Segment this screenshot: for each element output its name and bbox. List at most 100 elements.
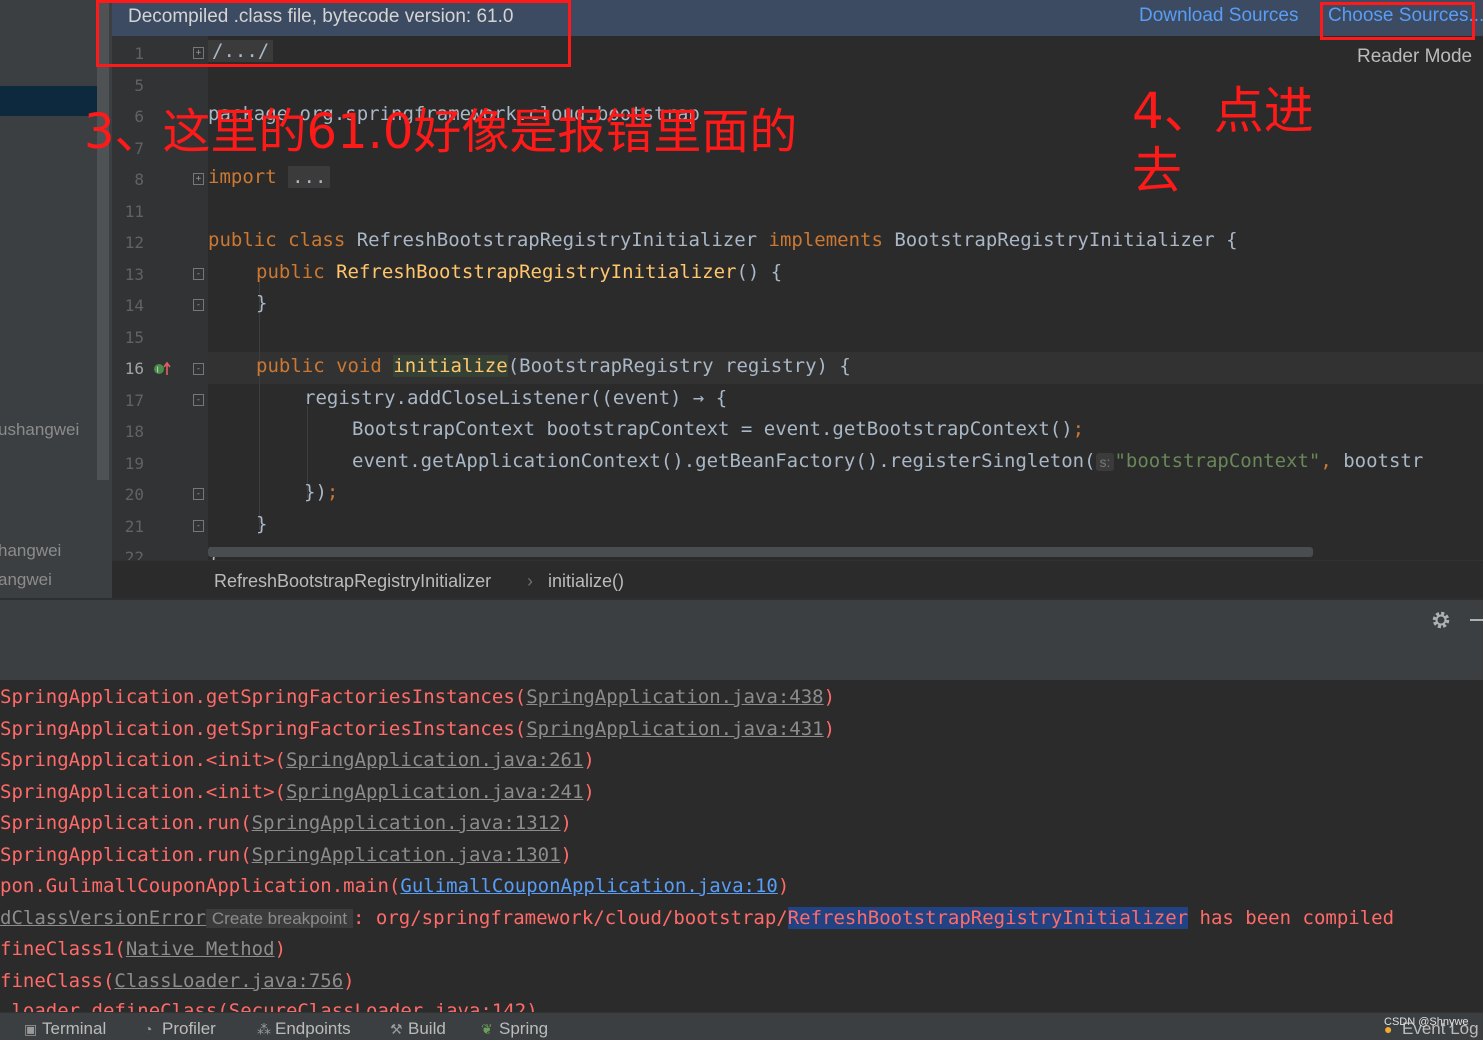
register-singleton-arg: bootstr (1331, 450, 1424, 472)
add-close-listener-line: registry.addCloseListener((event) → { (304, 387, 728, 409)
stacktrace-line: fineClass1(Native Method) (0, 938, 287, 960)
stacktrace-link[interactable]: SpringApplication.java:1312 (252, 812, 561, 834)
line-number: 18 (124, 422, 144, 441)
terminal-tab[interactable]: ▣ Terminal (24, 1019, 106, 1039)
spring-tab[interactable]: ❦ Spring (481, 1019, 548, 1039)
line-number-current: 16 (124, 359, 144, 378)
line-number: 20 (124, 485, 144, 504)
endpoints-icon: ⁂ (257, 1021, 271, 1037)
create-breakpoint-button[interactable]: Create breakpoint (205, 909, 354, 928)
stacktrace-link-user-code[interactable]: GulimallCouponApplication.java:10 (400, 875, 778, 897)
indent-guide (259, 280, 260, 530)
breadcrumb-separator-icon: › (527, 571, 533, 591)
project-scrollbar[interactable] (97, 0, 109, 480)
breadcrumb-class[interactable]: RefreshBootstrapRegistryInitializer (214, 571, 491, 592)
build-hammer-icon: ⚒ (390, 1021, 403, 1037)
class-keyword: public class (208, 229, 346, 251)
stacktrace-link[interactable]: SpringApplication.java:438 (526, 686, 823, 708)
watermark: CSDN @Shnywe (1384, 1016, 1469, 1028)
fold-expand-icon[interactable]: + (193, 173, 204, 185)
project-item-label[interactable]: angwei (0, 570, 52, 590)
stacktrace-line: fineClass(ClassLoader.java:756) (0, 970, 355, 992)
lambda-close: }) (304, 481, 327, 503)
error-message-line: dClassVersionError Create breakpoint: org… (0, 907, 1395, 929)
stacktrace-line: SpringApplication.getSpringFactoriesInst… (0, 686, 836, 708)
folded-imports[interactable]: ... (288, 166, 331, 188)
method-signature: (BootstrapRegistry registry) { (507, 355, 851, 377)
class-name: RefreshBootstrapRegistryInitializer (345, 229, 769, 251)
line-number: 8 (134, 170, 144, 189)
reader-mode-toggle[interactable]: Reader Mode (1357, 46, 1473, 68)
profiler-tab[interactable]: ◔ Profiler (144, 1019, 216, 1039)
stacktrace-link[interactable]: SpringApplication.java:261 (286, 749, 583, 771)
annotation-box-choose-sources (1320, 2, 1475, 40)
svg-text:I: I (157, 366, 159, 375)
minimize-icon[interactable] (1470, 619, 1483, 621)
stacktrace-line: pon.GulimallCouponApplication.main(Gulim… (0, 875, 790, 897)
constructor-rest: () { (736, 261, 783, 283)
profiler-icon: ◔ (144, 1021, 153, 1037)
run-tool-window-header (0, 598, 1483, 680)
method-name-initialize[interactable]: initialize (393, 355, 508, 377)
line-number: 17 (124, 391, 144, 410)
project-item-label[interactable]: ushangwei (0, 420, 79, 440)
stacktrace-link[interactable]: SpringApplication.java:431 (526, 718, 823, 740)
download-sources-link[interactable]: Download Sources (1139, 5, 1298, 27)
closing-brace: } (256, 292, 268, 314)
breadcrumb-method[interactable]: initialize() (548, 571, 624, 592)
string-literal: "bootstrapContext" (1114, 450, 1321, 472)
annotation-box-bytecode (96, 0, 571, 67)
line-number: 12 (124, 233, 144, 252)
spring-leaf-icon: ❦ (481, 1021, 493, 1037)
stacktrace-line: SpringApplication.run(SpringApplication.… (0, 844, 572, 866)
method-modifiers: public void (256, 355, 382, 377)
endpoints-tab[interactable]: ⁂ Endpoints (257, 1019, 351, 1039)
breadcrumb: RefreshBootstrapRegistryInitializer › in… (112, 560, 1483, 598)
bootstrap-context-line: BootstrapContext bootstrapContext = even… (352, 418, 1073, 440)
gear-icon[interactable] (1430, 609, 1452, 631)
constructor-name: RefreshBootstrapRegistryInitializer (336, 261, 737, 283)
stacktrace-line: SpringApplication.<init>(SpringApplicati… (0, 749, 595, 771)
line-number: 15 (124, 328, 144, 347)
build-tab[interactable]: ⚒ Build (390, 1019, 446, 1039)
project-item-label[interactable]: hangwei (0, 541, 61, 561)
fold-collapse-icon[interactable]: - (193, 363, 204, 375)
fold-collapse-icon[interactable]: - (193, 268, 204, 280)
annotation-note-4-line2: 去 (1132, 142, 1182, 200)
project-panel-bottom: angwei (0, 560, 112, 598)
stacktrace-link[interactable]: ClassLoader.java:756 (114, 970, 343, 992)
project-selected-row[interactable] (0, 86, 97, 116)
implements-keyword: implements (768, 229, 883, 251)
stacktrace-line: SpringApplication.getSpringFactoriesInst… (0, 718, 836, 740)
line-number: 19 (124, 454, 144, 473)
line-number: 11 (124, 202, 144, 221)
public-keyword: public (256, 261, 325, 283)
editor-horizontal-scrollbar[interactable] (208, 547, 1313, 557)
stacktrace-line: SpringApplication.<init>(SpringApplicati… (0, 781, 595, 803)
bottom-tool-bar: ▣ Terminal ◔ Profiler ⁂ Endpoints ⚒ Build ❦ S… (0, 1012, 1483, 1040)
terminal-icon: ▣ (24, 1021, 38, 1037)
stacktrace-line: SpringApplication.run(SpringApplication.… (0, 812, 572, 834)
implements-method-icon[interactable]: I (153, 360, 173, 378)
import-keyword: import (208, 166, 277, 188)
annotation-note-3: 3、这里的61.0好像是报错里面的 (84, 104, 798, 160)
stacktrace-link[interactable]: Native Method (126, 938, 275, 960)
console-output[interactable]: SpringApplication.getSpringFactoriesInst… (0, 680, 1483, 1012)
project-panel: ushangwei hangwei (0, 0, 112, 598)
line-number: 14 (124, 296, 144, 315)
interface-name: BootstrapRegistryInitializer { (882, 229, 1238, 251)
fold-collapse-icon[interactable]: - (193, 394, 204, 406)
fold-end-icon[interactable]: - (193, 520, 204, 532)
stacktrace-link[interactable]: SpringApplication.java:1301 (252, 844, 561, 866)
fold-end-icon[interactable]: - (193, 299, 204, 311)
selected-class-name[interactable]: RefreshBootstrapRegistryInitializer (787, 907, 1189, 929)
stacktrace-line-partial: .loader.defineClass(SecureClassLoader.ja… (0, 1000, 538, 1012)
parameter-hint: s: (1095, 453, 1115, 471)
fold-end-icon[interactable]: - (193, 488, 204, 500)
stacktrace-link[interactable]: SpringApplication.java:241 (286, 781, 583, 803)
exception-class-link[interactable]: dClassVersionError (0, 907, 206, 929)
line-number: 13 (124, 265, 144, 284)
line-number: 21 (124, 517, 144, 536)
annotation-note-4-line1: 4、点进 (1132, 82, 1314, 140)
line-number: 5 (134, 76, 144, 95)
